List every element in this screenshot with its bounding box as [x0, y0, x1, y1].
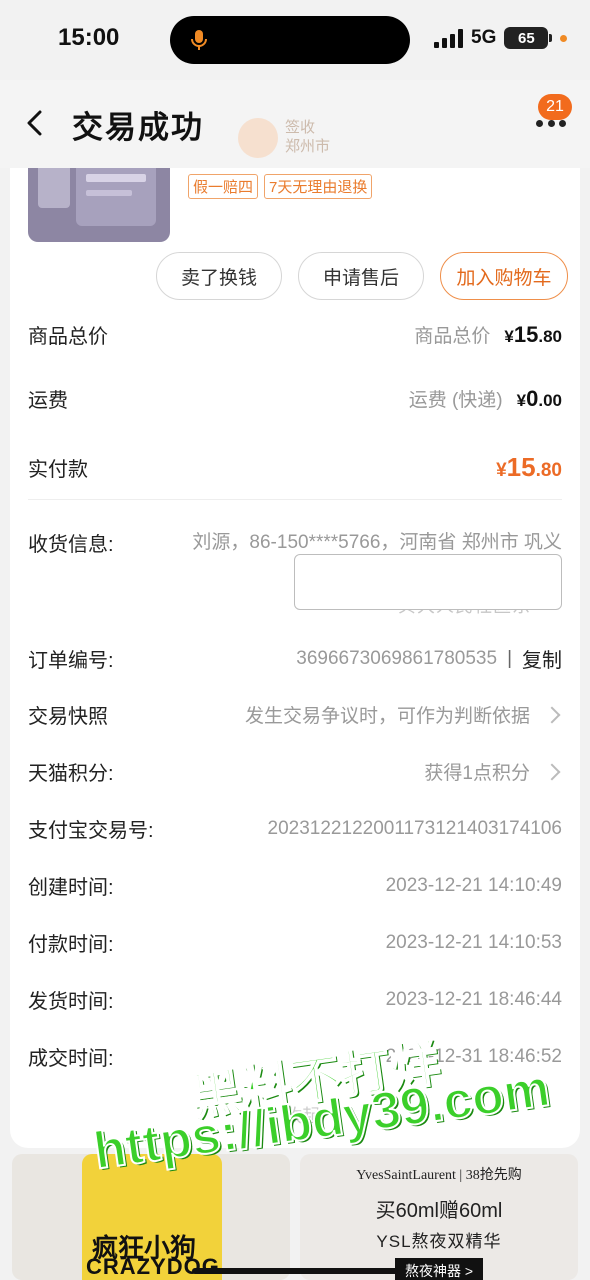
order-actions: 卖了换钱 申请售后 加入购物车: [156, 252, 568, 300]
nav-bar: 交易成功 签收 郑州市 21: [0, 80, 590, 168]
shipping-price: ¥0.00: [516, 385, 562, 411]
status-bar: 15:00 5G 65: [0, 0, 590, 80]
completed-time-label: 成交时间:: [28, 1048, 114, 1070]
back-arrow-icon[interactable]: [22, 108, 48, 138]
status-right: 5G 65: [434, 26, 568, 50]
battery-icon: 65: [504, 27, 553, 49]
status-time: 15:00: [58, 24, 120, 51]
message-count-badge: 21: [538, 94, 572, 120]
paid-time: 2023-12-21 14:10:53: [385, 931, 562, 953]
microphone-icon: [191, 30, 207, 50]
product-thumbnail[interactable]: [28, 168, 170, 242]
more-menu-icon[interactable]: [536, 120, 566, 130]
chevron-right-icon: [543, 763, 561, 780]
alipay-row: 支付宝交易号: 2023122122001173121403174106: [28, 814, 562, 843]
signal-icon: [434, 28, 463, 48]
order-number-label: 订单编号:: [28, 650, 114, 672]
ad-right-brand: YvesSaintLaurent | 38抢先购: [356, 1168, 522, 1183]
page-title: 交易成功: [72, 110, 204, 145]
after-sale-button[interactable]: 申请售后: [298, 252, 424, 300]
ad-left-brand-en: CRAZYDOG: [86, 1254, 220, 1279]
recommendations: 疯狂小狗 CRAZYDOG YvesSaintLaurent | 38抢先购 买…: [0, 1150, 590, 1280]
tag-fake-compensation: 假一赔四: [188, 174, 259, 199]
add-to-cart-button[interactable]: 加入购物车: [440, 252, 568, 300]
order-number-row: 订单编号: 3696673069861780535 | 复制: [28, 644, 562, 673]
order-detail-card: 假一赔四 7天无理由退换 卖了换钱 申请售后 加入购物车 商品总价 商品总价 ¥…: [10, 168, 580, 1148]
shipped-time-label: 发货时间:: [28, 991, 114, 1013]
ad-right-button[interactable]: 熬夜神器 >: [394, 1258, 484, 1280]
order-number: 3696673069861780535: [296, 647, 498, 669]
paid-time-label: 付款时间:: [28, 934, 114, 956]
copy-button[interactable]: 复制: [522, 644, 562, 673]
tag-7day-return: 7天无理由退换: [264, 174, 373, 199]
divider: [28, 499, 562, 500]
ad-right-line1: 买60ml赠60ml: [375, 1200, 503, 1222]
sell-button[interactable]: 卖了换钱: [156, 252, 282, 300]
goods-total-caption: 商品总价: [414, 326, 491, 347]
shipping-label: 运费: [28, 390, 68, 412]
ad-card-ysl[interactable]: YvesSaintLaurent | 38抢先购 买60ml赠60ml YSL熬…: [300, 1154, 578, 1280]
created-time-label: 创建时间:: [28, 877, 114, 899]
chevron-right-icon: [543, 706, 561, 723]
goods-total-row: 商品总价 商品总价 ¥15.80: [28, 320, 562, 349]
separator: |: [507, 647, 512, 669]
product-tags: 假一赔四 7天无理由退换: [188, 174, 373, 199]
paid-time-row: 付款时间: 2023-12-21 14:10:53: [28, 928, 562, 957]
points-row[interactable]: 天猫积分: 获得1点积分: [28, 757, 562, 786]
created-time-row: 创建时间: 2023-12-21 14:10:49: [28, 871, 562, 900]
created-time: 2023-12-21 14:10:49: [385, 874, 562, 896]
points-value: 获得1点积分: [424, 763, 530, 784]
shipping-row: 运费 运费 (快递) ¥0.00: [28, 384, 562, 413]
privacy-dot: [560, 34, 568, 42]
ad-right-line2: YSL熬夜双精华: [376, 1232, 502, 1251]
dynamic-island: [170, 16, 410, 64]
shipping-caption: 运费 (快递): [408, 390, 503, 411]
network-type: 5G: [471, 27, 497, 48]
goods-total-label: 商品总价: [28, 326, 108, 348]
address-label: 收货信息:: [28, 534, 114, 556]
shipped-time-row: 发货时间: 2023-12-21 18:46:44: [28, 985, 562, 1014]
snapshot-label: 交易快照: [28, 706, 108, 728]
sign-badge-icon: [238, 118, 278, 158]
paid-row: 实付款 ¥15.80: [28, 452, 562, 483]
paid-label: 实付款: [28, 459, 88, 481]
snapshot-value: 发生交易争议时，可作为判断依据: [244, 706, 530, 727]
address-redaction-box: [294, 554, 562, 610]
home-indicator[interactable]: [192, 1268, 398, 1274]
snapshot-row[interactable]: 交易快照 发生交易争议时，可作为判断依据: [28, 700, 562, 729]
shipped-time: 2023-12-21 18:46:44: [385, 988, 562, 1010]
sign-status: 签收 郑州市: [285, 119, 331, 155]
points-label: 天猫积分:: [28, 763, 114, 785]
alipay-number: 2023122122001173121403174106: [267, 817, 562, 839]
alipay-label: 支付宝交易号:: [28, 820, 154, 842]
goods-total-price: ¥15.80: [504, 321, 562, 347]
paid-amount: ¥15.80: [496, 452, 562, 482]
